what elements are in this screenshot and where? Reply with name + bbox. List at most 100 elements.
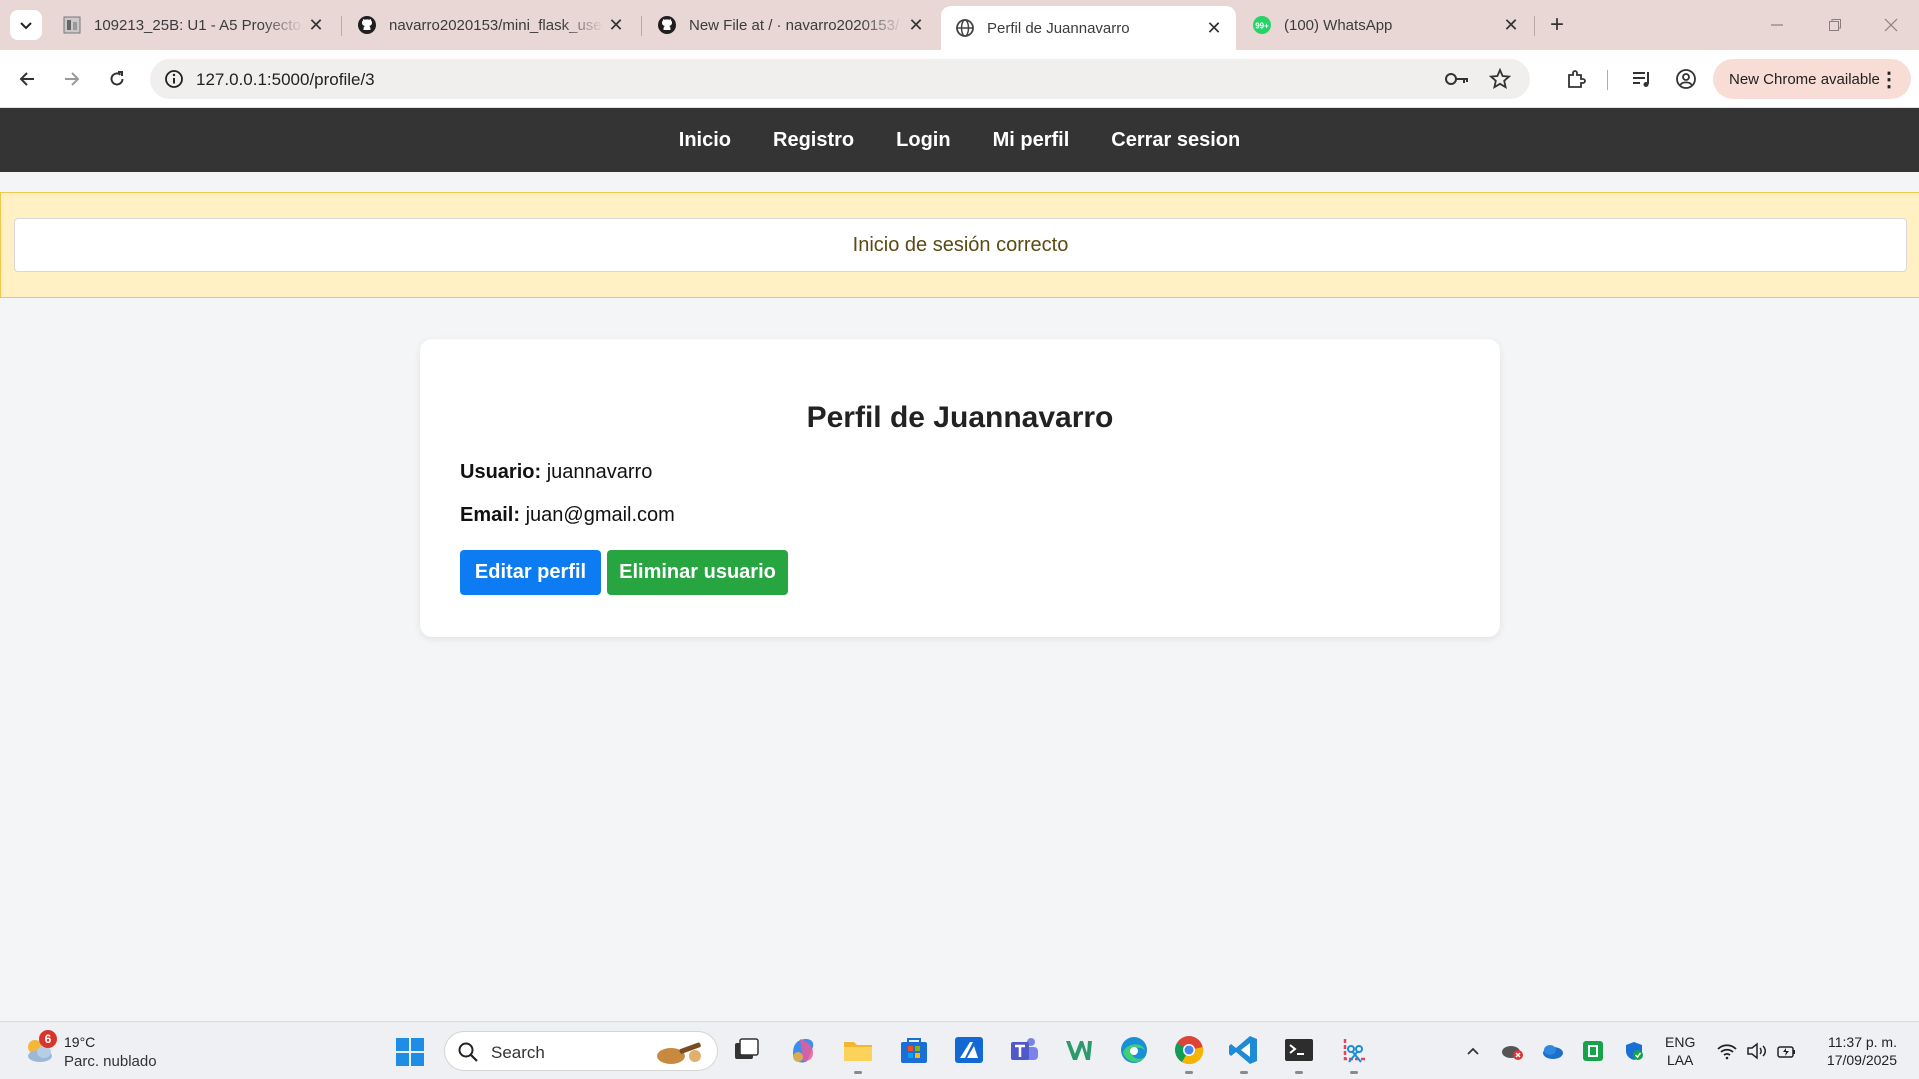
flash-message: Inicio de sesión correcto xyxy=(14,218,1907,272)
temperature: 19°C xyxy=(64,1034,96,1050)
whatsapp-icon: 99+ xyxy=(1252,15,1272,35)
close-tab-icon[interactable]: ✕ xyxy=(604,13,628,37)
tab-separator xyxy=(1534,16,1535,36)
username-row: Usuario: juannavarro xyxy=(460,461,652,484)
taskbar-search[interactable]: Search xyxy=(444,1031,718,1071)
restore-button[interactable] xyxy=(1806,0,1864,50)
tab-github-newfile[interactable]: New File at / · navarro2020153/ ✕ xyxy=(643,8,938,42)
system-clock[interactable]: 11:37 p. m. 17/09/2025 xyxy=(1811,1033,1897,1069)
tab-separator xyxy=(341,16,342,36)
running-indicator xyxy=(854,1071,862,1074)
search-label: Search xyxy=(491,1043,545,1062)
close-tab-icon[interactable]: ✕ xyxy=(1499,13,1523,37)
chrome-update-button[interactable]: New Chrome available ⋮ xyxy=(1713,59,1911,99)
windows-taskbar: 6 19°C Parc. nublado Search ENG LAA 11:3… xyxy=(0,1021,1919,1079)
chevron-down-icon xyxy=(20,22,32,30)
email-row: Email: juan@gmail.com xyxy=(460,504,675,527)
language-indicator[interactable]: ENG LAA xyxy=(1665,1033,1695,1069)
nav-cerrar-sesion[interactable]: Cerrar sesion xyxy=(1090,129,1261,152)
username-label: Usuario: xyxy=(460,461,542,483)
clock-time: 11:37 p. m. xyxy=(1827,1034,1897,1050)
onedrive-error-icon[interactable] xyxy=(1500,1039,1524,1063)
close-tab-icon[interactable]: ✕ xyxy=(304,13,328,37)
password-key-icon[interactable] xyxy=(1444,67,1470,96)
forward-button[interactable] xyxy=(54,61,90,97)
vscode-icon[interactable] xyxy=(1227,1033,1261,1074)
more-menu-icon[interactable]: ⋮ xyxy=(1879,67,1899,92)
nav-login[interactable]: Login xyxy=(875,129,971,152)
github-icon xyxy=(657,15,677,35)
email-label: Email: xyxy=(460,504,521,526)
running-indicator xyxy=(1295,1071,1303,1074)
volume-icon[interactable] xyxy=(1745,1039,1769,1063)
close-window-button[interactable] xyxy=(1862,0,1919,50)
onedrive-icon[interactable] xyxy=(1541,1039,1565,1063)
tab-title: New File at / · navarro2020153/ xyxy=(689,16,900,34)
moodle-icon xyxy=(62,15,82,35)
minimize-icon xyxy=(1771,24,1783,26)
toolbar-separator xyxy=(1607,70,1608,90)
edge-icon[interactable] xyxy=(1117,1033,1151,1067)
running-indicator xyxy=(1185,1071,1193,1074)
profile-card: Perfil de Juannavarro Usuario: juannavar… xyxy=(420,339,1500,637)
wifi-icon[interactable] xyxy=(1715,1039,1739,1063)
azure-studio-icon[interactable] xyxy=(952,1033,986,1067)
new-tab-button[interactable]: + xyxy=(1542,10,1572,40)
start-button[interactable] xyxy=(396,1038,424,1066)
edit-profile-button[interactable]: Editar perfil xyxy=(460,550,601,595)
tab-title: navarro2020153/mini_flask_user xyxy=(389,16,604,34)
search-highlight-icon xyxy=(657,1042,701,1064)
file-explorer-icon[interactable] xyxy=(841,1033,875,1074)
site-info-icon[interactable] xyxy=(160,65,188,93)
update-label: New Chrome available xyxy=(1729,70,1880,88)
bookmark-star-icon[interactable] xyxy=(1488,67,1512,96)
weather-condition: Parc. nublado xyxy=(64,1053,157,1070)
username-value: juannavarro xyxy=(546,461,653,483)
browser-toolbar: 127.0.0.1:5000/profile/3 New Chrome avai… xyxy=(0,50,1919,108)
back-button[interactable] xyxy=(9,61,45,97)
microsoft-store-icon[interactable] xyxy=(897,1033,931,1067)
teams-icon[interactable] xyxy=(1007,1033,1041,1067)
github-icon xyxy=(357,15,377,35)
extensions-icon[interactable] xyxy=(1561,64,1591,94)
close-tab-icon[interactable]: ✕ xyxy=(1202,16,1226,40)
address-bar[interactable]: 127.0.0.1:5000/profile/3 xyxy=(150,59,1530,99)
close-tab-icon[interactable]: ✕ xyxy=(904,13,928,37)
visual-studio-icon[interactable] xyxy=(1062,1033,1096,1067)
tab-moodle[interactable]: 109213_25B: U1 - A5 Proyecto de ✕ xyxy=(48,8,338,42)
security-shield-icon[interactable] xyxy=(1622,1039,1646,1063)
nav-registro[interactable]: Registro xyxy=(752,129,875,152)
task-view-icon[interactable] xyxy=(729,1033,763,1067)
reload-button[interactable] xyxy=(99,61,135,97)
profile-avatar-icon[interactable] xyxy=(1671,64,1701,94)
nav-inicio[interactable]: Inicio xyxy=(658,129,752,152)
close-icon xyxy=(1884,18,1898,32)
media-controls-icon[interactable] xyxy=(1627,64,1657,94)
profile-title: Perfil de Juannavarro xyxy=(806,401,1114,434)
reload-icon xyxy=(110,71,124,86)
tab-title: 109213_25B: U1 - A5 Proyecto de xyxy=(94,16,304,34)
url-text[interactable]: 127.0.0.1:5000/profile/3 xyxy=(196,70,375,90)
tab-title: (100) WhatsApp xyxy=(1284,16,1393,34)
green-app-icon[interactable] xyxy=(1581,1039,1605,1063)
tab-github-repo[interactable]: navarro2020153/mini_flask_user ✕ xyxy=(343,8,638,42)
nav-mi-perfil[interactable]: Mi perfil xyxy=(972,129,1091,152)
tab-search-button[interactable] xyxy=(10,10,42,40)
tab-separator xyxy=(641,16,642,36)
battery-icon[interactable] xyxy=(1775,1039,1799,1063)
snipping-tool-icon[interactable] xyxy=(1337,1033,1371,1074)
flash-message-container: Inicio de sesión correcto xyxy=(0,192,1919,298)
minimize-button[interactable] xyxy=(1748,0,1806,50)
copilot-icon[interactable] xyxy=(786,1033,820,1067)
delete-user-button[interactable]: Eliminar usuario xyxy=(607,550,788,595)
tab-profile-active[interactable]: Perfil de Juannavarro ✕ xyxy=(941,6,1236,50)
clock-date: 17/09/2025 xyxy=(1826,1052,1897,1068)
running-indicator xyxy=(1350,1071,1358,1074)
weather-widget[interactable]: 6 19°C Parc. nublado xyxy=(22,1030,172,1072)
terminal-icon[interactable] xyxy=(1282,1033,1316,1074)
tab-whatsapp[interactable]: 99+ (100) WhatsApp ✕ xyxy=(1238,8,1533,42)
restore-icon xyxy=(1829,19,1841,31)
chevron-up-icon[interactable] xyxy=(1461,1039,1485,1063)
chrome-icon[interactable] xyxy=(1172,1033,1206,1074)
email-value: juan@gmail.com xyxy=(525,504,675,526)
